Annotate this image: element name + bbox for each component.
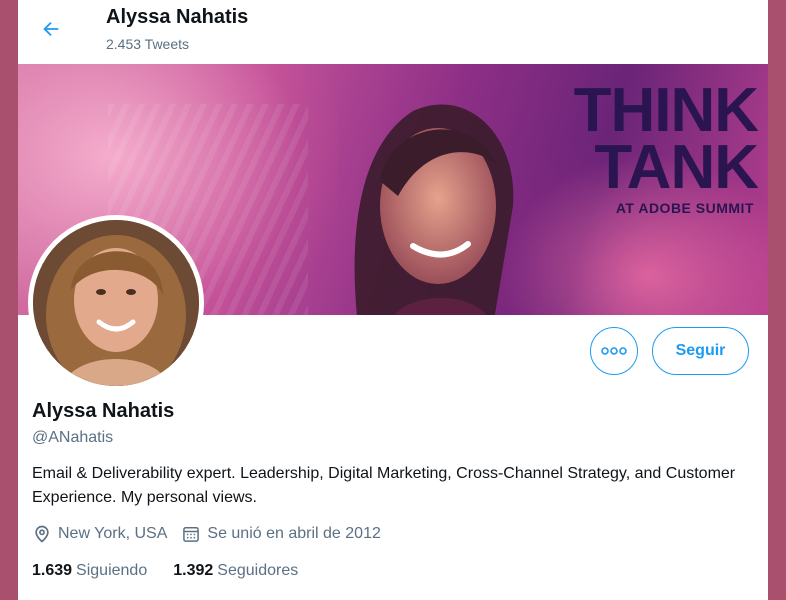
tweet-count: 2.453 Tweets [106,36,190,52]
banner-headline: THINK TANK AT ADOBE SUMMIT [518,76,759,217]
location-pin-icon [35,525,49,543]
arrow-left-icon [43,21,59,37]
joined-item: Se unió en abril de 2012 [181,524,381,544]
top-bar: Alyssa Nahatis 2.453 Tweets [18,0,768,62]
followers-label: Seguidores [217,562,299,579]
profile-stats: 1.639 Siguiendo 1.392 Seguidores [32,562,324,580]
follow-button[interactable]: Seguir [652,327,749,375]
more-options-button[interactable] [590,327,638,375]
profile-meta: New York, USA Se unió en abril de 2012 [32,524,395,544]
back-button[interactable] [34,12,68,46]
banner-line-1: THINK [573,76,759,145]
following-link[interactable]: 1.639 Siguiendo [32,562,147,580]
banner-portrait-image [354,104,514,315]
location-text: New York, USA [58,525,168,542]
followers-count: 1.392 [173,562,214,579]
profile-handle: @ANahatis [32,429,114,446]
profile-name: Alyssa Nahatis [32,400,175,422]
calendar-icon [183,527,200,542]
header-title: Alyssa Nahatis [106,6,249,28]
followers-link[interactable]: 1.392 Seguidores [173,562,298,580]
joined-text: Se unió en abril de 2012 [207,525,381,542]
banner-line-2: TANK [594,133,759,203]
location-item: New York, USA [32,524,167,544]
following-count: 1.639 [32,562,73,579]
avatar-image [33,220,199,386]
profile-page: Alyssa Nahatis 2.453 Tweets THINK TANK A… [18,0,768,600]
profile-bio: Email & Deliverability expert. Leadershi… [32,465,736,506]
following-label: Siguiendo [76,562,148,579]
banner-line-3: AT ADOBE SUMMIT [615,200,754,217]
more-dots-icon [601,347,627,355]
avatar[interactable] [28,215,204,391]
